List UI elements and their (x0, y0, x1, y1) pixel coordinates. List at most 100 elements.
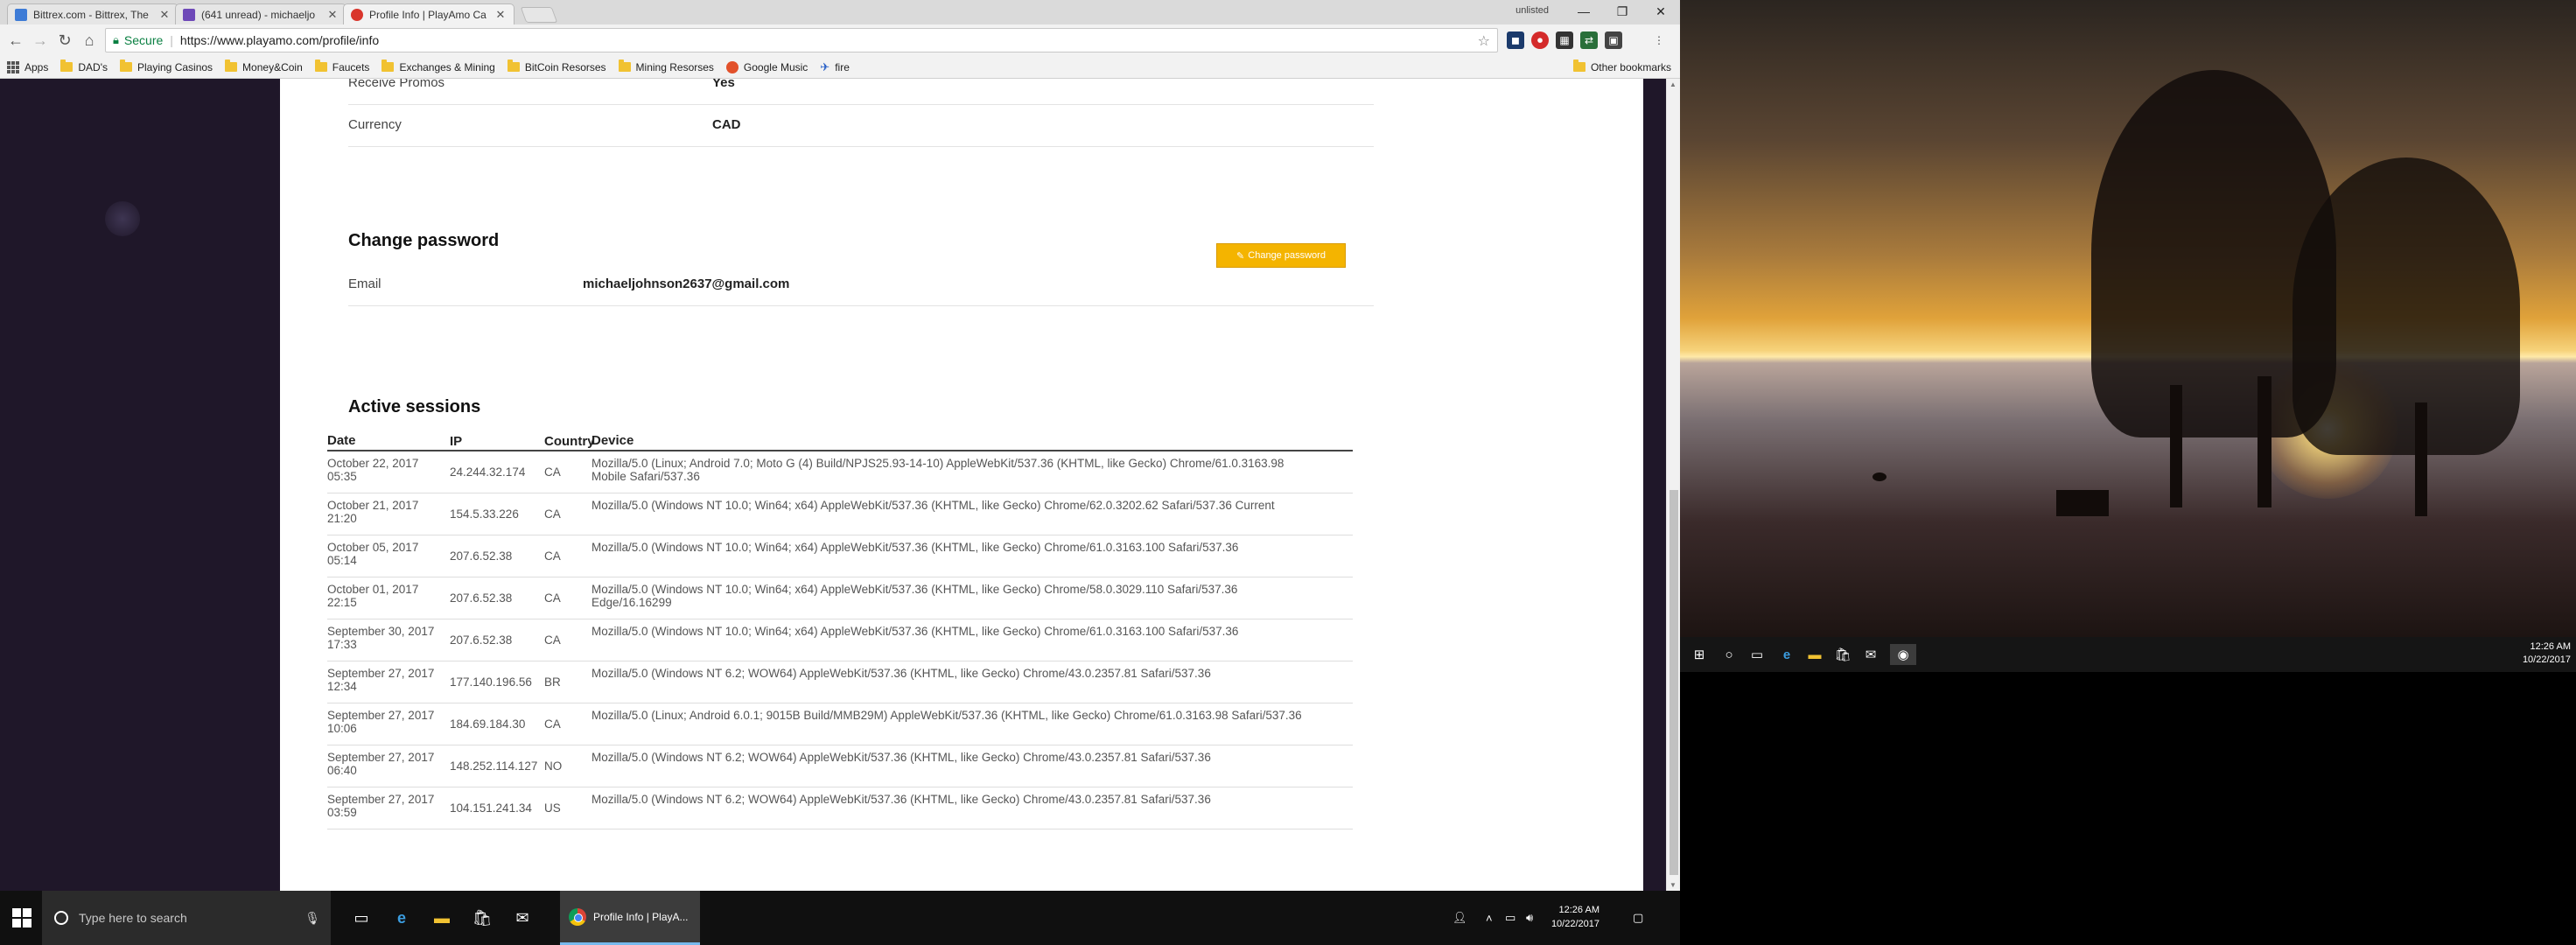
scroll-up-icon[interactable]: ▲ (1670, 80, 1676, 88)
table-body: October 22, 2017 05:35 24.244.32.174 CA Moz… (327, 452, 1353, 830)
folder-icon (507, 60, 520, 72)
reload-button[interactable]: ↻ (54, 30, 75, 51)
column-header-date: Date (327, 433, 356, 448)
folder-icon (314, 60, 327, 72)
show-hidden-icons-icon[interactable]: ˄ (1486, 891, 1493, 945)
session-ip: 207.6.52.38 (450, 550, 513, 563)
secondary-taskbar-clock[interactable]: 12:26 AM 10/22/2017 (2523, 640, 2571, 667)
address-bar[interactable]: 🔒︎ Secure | https://www.playamo.com/prof… (105, 28, 1498, 52)
restore-button[interactable]: ❐ (1603, 0, 1642, 23)
field-value: CAD (712, 117, 741, 132)
menu-icon[interactable]: ⋮ (1650, 32, 1668, 49)
windows-start-icon[interactable]: ⊞ (1689, 644, 1710, 665)
bookmark-apps[interactable]: Apps (7, 60, 48, 74)
field-label: Email (348, 276, 382, 291)
chrome-icon (569, 907, 586, 926)
bookmark-star-icon[interactable]: ☆ (1478, 32, 1490, 50)
session-ip: 177.140.196.56 (450, 676, 532, 689)
tab-title: Bittrex.com - Bittrex, The (33, 8, 149, 21)
other-bookmarks[interactable]: Other bookmarks (1572, 60, 1671, 74)
profile-row-currency: Currency CAD (348, 105, 1374, 147)
task-view-icon[interactable]: ▭ (348, 905, 374, 931)
bookmark-folder-exchanges-mining[interactable]: Exchanges & Mining (382, 60, 495, 74)
extension-icon[interactable]: ⏺ (1531, 32, 1549, 49)
bookmark-google-music[interactable]: Google Music (725, 60, 808, 74)
tab-playamo-profile[interactable]: Profile Info | PlayAmo Ca ✕ (343, 4, 514, 24)
close-tab-icon[interactable]: ✕ (326, 8, 339, 22)
tab-bittrex[interactable]: Bittrex.com - Bittrex, The ✕ (7, 4, 178, 24)
field-value: Yes (712, 79, 735, 90)
session-device: Mozilla/5.0 (Linux; Android 7.0; Moto G … (592, 457, 1284, 483)
scroll-down-icon[interactable]: ▼ (1670, 881, 1676, 889)
bookmark-folder-dads[interactable]: DAD's (60, 60, 108, 74)
close-tab-icon[interactable]: ✕ (158, 8, 171, 22)
bookmark-label: BitCoin Resorses (524, 60, 606, 74)
mail-icon[interactable]: ✉ (509, 905, 536, 931)
home-button[interactable]: ⌂ (79, 30, 100, 51)
browser-profile-label[interactable]: unlisted (1516, 5, 1549, 16)
lock-icon: 🔒︎ (113, 33, 119, 46)
extension-icon[interactable]: ▦ (1556, 32, 1573, 49)
taskbar-clock[interactable]: 12:26 AM 10/22/2017 (1547, 903, 1600, 931)
close-window-button[interactable]: ✕ (1642, 0, 1680, 23)
session-date: October 05, 2017 05:14 (327, 541, 419, 567)
tab-title: Profile Info | PlayAmo Ca (369, 8, 486, 21)
store-icon[interactable]: 🛍︎ (1832, 644, 1853, 665)
taskbar-search[interactable]: Type here to search 🎙︎ (42, 891, 331, 945)
people-icon[interactable]: 👤︎ (1452, 891, 1467, 945)
field-label: Receive Promos (348, 79, 445, 90)
session-country: CA (544, 508, 561, 521)
back-button[interactable]: ← (5, 30, 26, 51)
task-view-icon[interactable]: ▭ (1746, 644, 1768, 665)
scrollbar-thumb[interactable] (1670, 490, 1678, 875)
session-country: CA (544, 592, 561, 605)
bookmark-folder-bitcoin-resorses[interactable]: BitCoin Resorses (507, 60, 606, 74)
minimize-button[interactable]: — (1564, 0, 1603, 23)
extension-icon[interactable]: ⇄ (1580, 32, 1598, 49)
cortana-icon (54, 911, 68, 925)
bookmark-label: fire (835, 60, 850, 74)
new-tab-button[interactable] (520, 7, 558, 23)
folder-icon (60, 60, 74, 72)
microphone-icon[interactable]: 🎙︎ (304, 911, 320, 926)
edge-icon[interactable]: e (1776, 644, 1797, 665)
taskbar-app-chrome[interactable]: Profile Info | PlayA... (560, 891, 700, 945)
table-row: September 27, 2017 10:06 184.69.184.30 CA M… (327, 704, 1353, 746)
cortana-icon[interactable]: ○ (1718, 644, 1740, 665)
forward-button[interactable]: → (30, 30, 51, 51)
bookmark-label: Mining Resorses (635, 60, 714, 74)
extension-icon[interactable]: ▣ (1605, 32, 1622, 49)
profile-row-receive-promos: Receive Promos Yes (348, 79, 1374, 105)
bookmark-folder-playing-casinos[interactable]: Playing Casinos (120, 60, 214, 74)
pencil-icon: ✎ (1236, 250, 1245, 262)
session-country: NO (544, 760, 563, 773)
windows-start-icon[interactable] (12, 908, 32, 928)
primary-monitor: Bittrex.com - Bittrex, The ✕ (641 unread… (0, 0, 1680, 945)
store-icon[interactable]: 🛍︎ (469, 905, 495, 931)
file-explorer-icon[interactable]: ▬ (429, 905, 455, 931)
session-device: Mozilla/5.0 (Windows NT 10.0; Win64; x64… (592, 541, 1239, 554)
bookmark-fire[interactable]: ✈ fire (820, 60, 850, 74)
chrome-icon[interactable]: ◉ (1890, 644, 1916, 665)
edge-icon[interactable]: e (388, 905, 415, 931)
action-center-icon[interactable]: ▢ (1633, 891, 1643, 945)
bookmark-folder-faucets[interactable]: Faucets (314, 60, 369, 74)
file-explorer-icon[interactable]: ▬ (1804, 644, 1825, 665)
secondary-taskbar: ⊞ ○ ▭ e ▬ 🛍︎ ✉ ◉ 12:26 AM 10/22/2017 (1680, 637, 2576, 672)
session-device: Mozilla/5.0 (Windows NT 6.2; WOW64) Appl… (592, 751, 1211, 764)
bookmark-folder-mining-resorses[interactable]: Mining Resorses (618, 60, 714, 74)
page-scrollbar[interactable]: ▲ ▼ (1666, 79, 1680, 891)
mail-icon[interactable]: ✉ (1860, 644, 1881, 665)
tree-silhouette (2292, 158, 2520, 455)
url-text[interactable]: https://www.playamo.com/profile/info (180, 33, 379, 47)
session-country: CA (544, 718, 561, 731)
bookmark-folder-money-coin[interactable]: Money&Coin (225, 60, 303, 74)
extension-icon[interactable]: ◼ (1507, 32, 1524, 49)
tab-mail[interactable]: (641 unread) - michaeljo ✕ (175, 4, 346, 24)
clock-time: 12:26 AM (2530, 641, 2571, 652)
change-password-title: Change password (348, 231, 500, 250)
bookmark-label: Playing Casinos (137, 60, 214, 74)
volume-icon[interactable]: 🔊︎ (1526, 891, 1533, 945)
close-tab-icon[interactable]: ✕ (494, 8, 507, 22)
network-icon[interactable]: ▭ (1505, 891, 1516, 945)
